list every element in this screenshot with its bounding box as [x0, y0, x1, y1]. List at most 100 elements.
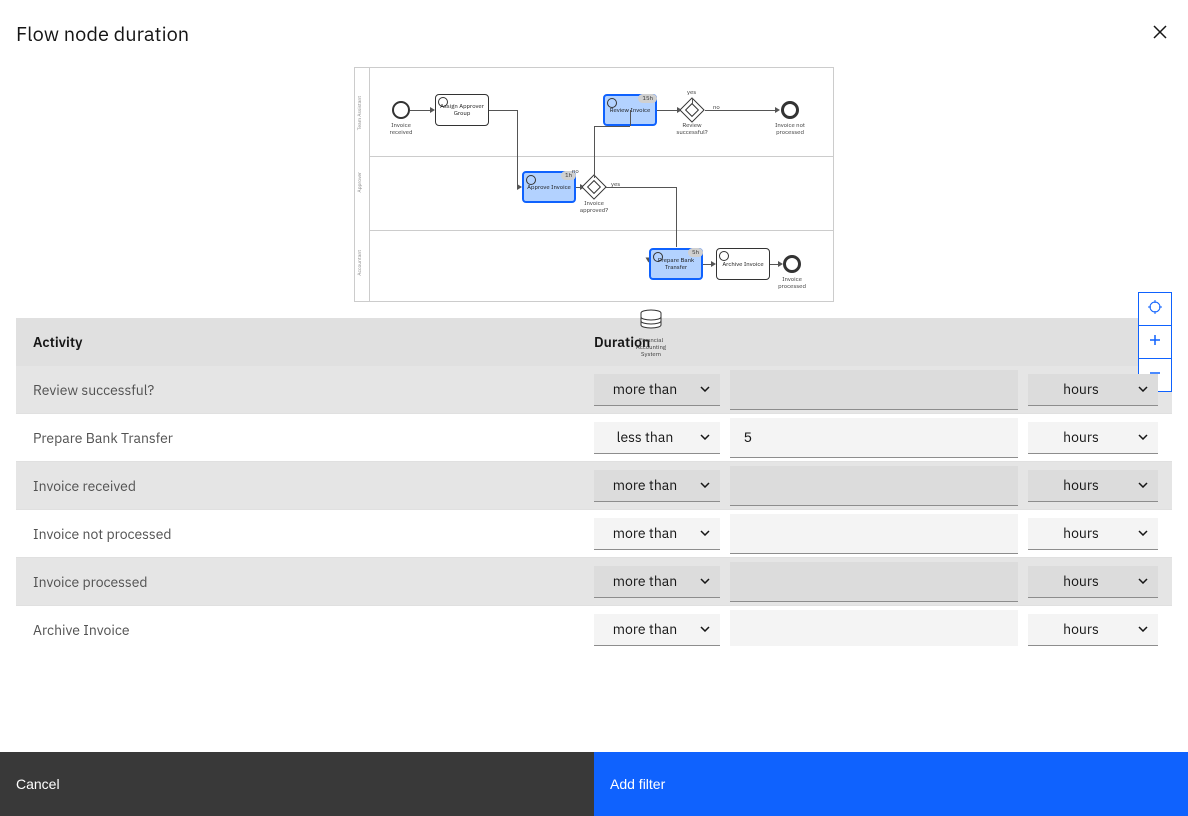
gateway-label: Review successful?	[673, 122, 711, 136]
dialog-title: Flow node duration	[16, 20, 1148, 47]
duration-value-input[interactable]	[730, 418, 1018, 458]
event-label: Invoice received	[387, 122, 415, 136]
sequence-flow	[657, 110, 679, 111]
lane-label: Accountant	[357, 250, 363, 276]
table-body[interactable]: Review successful? more than hours Prepare …	[16, 366, 1172, 646]
activity-cell: Invoice received	[16, 477, 594, 495]
activity-cell: Invoice not processed	[16, 525, 594, 543]
table-row: Archive Invoicemore thanhours	[16, 606, 1172, 646]
duration-controls: more than hours	[594, 514, 1172, 554]
sequence-flow	[594, 126, 630, 127]
chevron-down-icon	[700, 578, 710, 584]
chevron-down-icon	[700, 386, 710, 392]
table-row: Invoice processedmore thanhours	[16, 558, 1172, 606]
dialog-footer: Cancel Add filter	[0, 752, 1188, 816]
unit-select[interactable]: hours	[1028, 518, 1158, 550]
add-filter-button[interactable]: Add filter	[594, 752, 1188, 816]
end-event-icon[interactable]	[783, 255, 801, 273]
bpmn-diagram[interactable]: Team Assistant Approver Accountant Invoi…	[354, 67, 834, 302]
start-event-icon[interactable]	[392, 101, 410, 119]
user-task-icon	[607, 98, 617, 108]
select-value: hours	[1063, 428, 1099, 446]
chevron-down-icon	[1138, 386, 1148, 392]
table-row: Invoice received more than hours	[16, 462, 1172, 510]
chevron-down-icon	[700, 530, 710, 536]
sequence-flow	[594, 126, 595, 178]
duration-value-input[interactable]	[730, 562, 1018, 602]
task-label: Approve Invoice	[527, 184, 571, 191]
select-value: hours	[1063, 620, 1099, 638]
event-label: Invoice not processed	[773, 122, 807, 136]
comparator-select[interactable]: more than	[594, 614, 720, 646]
duration-badge: 5h	[688, 248, 703, 257]
select-value: more than	[613, 476, 677, 494]
select-value: more than	[613, 524, 677, 542]
comparator-select[interactable]: less than	[594, 422, 720, 454]
task-label: Archive Invoice	[722, 261, 763, 268]
data-store: Financial Accounting System	[629, 309, 673, 358]
table-header: Activity Duration	[16, 318, 1172, 366]
unit-select[interactable]: hours	[1028, 422, 1158, 454]
sequence-flow	[705, 110, 777, 111]
select-value: hours	[1063, 572, 1099, 590]
service-task-icon	[719, 251, 729, 261]
task-prepare-bank-transfer[interactable]: Prepare Bank Transfer 5h	[649, 248, 703, 280]
select-value: more than	[613, 572, 677, 590]
sequence-flow	[517, 110, 518, 187]
chevron-down-icon	[1138, 626, 1148, 632]
zoom-fit-button[interactable]	[1138, 292, 1172, 326]
flow-label: yes	[687, 89, 696, 96]
bpmn-diagram-panel: Team Assistant Approver Accountant Invoi…	[0, 47, 1188, 302]
user-task-icon	[438, 97, 448, 107]
activity-cell: Review successful?	[16, 381, 594, 399]
plus-icon	[1149, 333, 1161, 351]
select-value: hours	[1063, 380, 1099, 398]
select-value: more than	[613, 380, 677, 398]
duration-controls: less than hours	[594, 418, 1172, 458]
flow-node-duration-dialog: Flow node duration Team Assistant Approv…	[0, 0, 1188, 816]
duration-value-input[interactable]	[730, 610, 1018, 647]
unit-select[interactable]: hours	[1028, 470, 1158, 502]
lane-label: Team Assistant	[357, 96, 363, 130]
crosshair-icon	[1147, 299, 1163, 320]
duration-value-input[interactable]	[730, 466, 1018, 506]
gateway-label: Invoice approved?	[576, 200, 612, 214]
chevron-down-icon	[1138, 578, 1148, 584]
user-task-icon	[653, 252, 663, 262]
select-value: hours	[1063, 524, 1099, 542]
end-event-icon[interactable]	[781, 101, 799, 119]
duration-badge: 15h	[638, 94, 657, 103]
sequence-flow	[410, 110, 432, 111]
comparator-select[interactable]: more than	[594, 518, 720, 550]
gateway-invoice-approved[interactable]	[581, 174, 606, 199]
select-value: more than	[613, 620, 677, 638]
cancel-button[interactable]: Cancel	[0, 752, 594, 816]
task-approve-invoice[interactable]: Approve Invoice 1h	[522, 171, 576, 203]
duration-controls: more than hours	[594, 562, 1172, 602]
column-header-duration: Duration	[594, 318, 1156, 366]
activity-cell: Prepare Bank Transfer	[16, 429, 594, 447]
unit-select[interactable]: hours	[1028, 614, 1158, 646]
duration-value-input[interactable]	[730, 370, 1018, 410]
comparator-select[interactable]: more than	[594, 566, 720, 598]
close-button[interactable]	[1148, 22, 1172, 46]
flow-label: no	[572, 168, 579, 175]
data-store-label: Financial Accounting System	[629, 337, 673, 358]
lane-divider	[369, 156, 833, 157]
chevron-down-icon	[1138, 434, 1148, 440]
task-archive-invoice[interactable]: Archive Invoice	[716, 248, 770, 280]
sequence-flow	[606, 187, 676, 188]
sequence-flow	[676, 187, 677, 247]
comparator-select[interactable]: more than	[594, 374, 720, 406]
unit-select[interactable]: hours	[1028, 374, 1158, 406]
zoom-in-button[interactable]	[1138, 325, 1172, 359]
lane-divider	[369, 230, 833, 231]
duration-value-input[interactable]	[730, 514, 1018, 554]
unit-select[interactable]: hours	[1028, 566, 1158, 598]
duration-controls: more than hours	[594, 610, 1172, 647]
sequence-flow	[489, 110, 517, 111]
table-row: Invoice not processed more than hours	[16, 510, 1172, 558]
task-assign-approver-group[interactable]: Assign Approver Group	[435, 94, 489, 126]
database-icon	[639, 309, 663, 331]
comparator-select[interactable]: more than	[594, 470, 720, 502]
